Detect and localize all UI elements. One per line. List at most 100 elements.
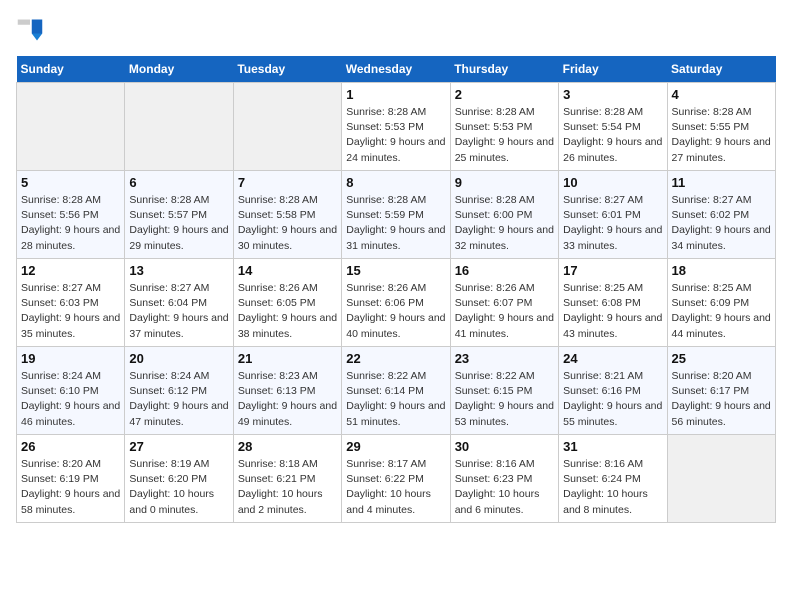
day-number: 3 — [563, 87, 662, 102]
day-detail: Sunrise: 8:21 AM Sunset: 6:16 PM Dayligh… — [563, 369, 662, 430]
calendar-cell: 19 Sunrise: 8:24 AM Sunset: 6:10 PM Dayli… — [17, 347, 125, 435]
calendar-cell — [17, 83, 125, 171]
page-header — [16, 16, 776, 44]
day-number: 6 — [129, 175, 228, 190]
calendar-cell: 2Sunrise: 8:28 AM Sunset: 5:53 PM Daylig… — [450, 83, 558, 171]
day-number: 17 — [563, 263, 662, 278]
calendar-cell: 3 Sunrise: 8:28 AM Sunset: 5:54 PM Daylig… — [559, 83, 667, 171]
calendar-cell: 13 Sunrise: 8:27 AM Sunset: 6:04 PM Dayli… — [125, 259, 233, 347]
day-number: 5 — [21, 175, 120, 190]
day-number: 25 — [672, 351, 771, 366]
day-detail: Sunrise: 8:28 AM Sunset: 5:53 PM Dayligh… — [455, 105, 554, 166]
weekday-header-thursday: Thursday — [450, 56, 558, 83]
calendar-cell: 10Sunrise: 8:27 AM Sunset: 6:01 PM Dayli… — [559, 171, 667, 259]
day-number: 15 — [346, 263, 445, 278]
calendar-cell: 18 Sunrise: 8:25 AM Sunset: 6:09 PM Dayli… — [667, 259, 775, 347]
weekday-header-saturday: Saturday — [667, 56, 775, 83]
calendar-body: 1 Sunrise: 8:28 AM Sunset: 5:53 PM Daylig… — [17, 83, 776, 523]
calendar-cell: 7 Sunrise: 8:28 AM Sunset: 5:58 PM Daylig… — [233, 171, 341, 259]
day-detail: Sunrise: 8:24 AM Sunset: 6:12 PM Dayligh… — [129, 369, 228, 430]
calendar-cell: 17 Sunrise: 8:25 AM Sunset: 6:08 PM Dayli… — [559, 259, 667, 347]
calendar-week-1: 1 Sunrise: 8:28 AM Sunset: 5:53 PM Daylig… — [17, 83, 776, 171]
day-number: 21 — [238, 351, 337, 366]
day-detail: Sunrise: 8:16 AM Sunset: 6:23 PM Dayligh… — [455, 457, 554, 518]
day-number: 23 — [455, 351, 554, 366]
day-number: 12 — [21, 263, 120, 278]
calendar-week-5: 26 Sunrise: 8:20 AM Sunset: 6:19 PM Dayli… — [17, 435, 776, 523]
weekday-header-monday: Monday — [125, 56, 233, 83]
day-detail: Sunrise: 8:28 AM Sunset: 5:56 PM Dayligh… — [21, 193, 120, 254]
day-number: 8 — [346, 175, 445, 190]
day-number: 29 — [346, 439, 445, 454]
weekday-header-friday: Friday — [559, 56, 667, 83]
day-number: 24 — [563, 351, 662, 366]
day-number: 28 — [238, 439, 337, 454]
day-detail: Sunrise: 8:24 AM Sunset: 6:10 PM Dayligh… — [21, 369, 120, 430]
day-detail: Sunrise: 8:18 AM Sunset: 6:21 PM Dayligh… — [238, 457, 337, 518]
weekday-header-row: SundayMondayTuesdayWednesdayThursdayFrid… — [17, 56, 776, 83]
day-number: 7 — [238, 175, 337, 190]
day-detail: Sunrise: 8:25 AM Sunset: 6:08 PM Dayligh… — [563, 281, 662, 342]
day-number: 27 — [129, 439, 228, 454]
calendar-cell: 16Sunrise: 8:26 AM Sunset: 6:07 PM Dayli… — [450, 259, 558, 347]
calendar-cell — [233, 83, 341, 171]
day-detail: Sunrise: 8:20 AM Sunset: 6:19 PM Dayligh… — [21, 457, 120, 518]
calendar-cell: 26 Sunrise: 8:20 AM Sunset: 6:19 PM Dayli… — [17, 435, 125, 523]
calendar-cell: 1 Sunrise: 8:28 AM Sunset: 5:53 PM Daylig… — [342, 83, 450, 171]
day-detail: Sunrise: 8:22 AM Sunset: 6:15 PM Dayligh… — [455, 369, 554, 430]
logo — [16, 16, 48, 44]
day-number: 30 — [455, 439, 554, 454]
day-number: 1 — [346, 87, 445, 102]
day-detail: Sunrise: 8:28 AM Sunset: 5:58 PM Dayligh… — [238, 193, 337, 254]
day-detail: Sunrise: 8:28 AM Sunset: 5:53 PM Dayligh… — [346, 105, 445, 166]
calendar-cell: 5 Sunrise: 8:28 AM Sunset: 5:56 PM Daylig… — [17, 171, 125, 259]
day-number: 18 — [672, 263, 771, 278]
calendar-cell: 20 Sunrise: 8:24 AM Sunset: 6:12 PM Dayli… — [125, 347, 233, 435]
day-detail: Sunrise: 8:26 AM Sunset: 6:07 PM Dayligh… — [455, 281, 554, 342]
day-number: 22 — [346, 351, 445, 366]
day-number: 26 — [21, 439, 120, 454]
calendar-cell: 4 Sunrise: 8:28 AM Sunset: 5:55 PM Daylig… — [667, 83, 775, 171]
logo-icon — [16, 16, 44, 44]
weekday-header-tuesday: Tuesday — [233, 56, 341, 83]
day-detail: Sunrise: 8:28 AM Sunset: 5:55 PM Dayligh… — [672, 105, 771, 166]
day-detail: Sunrise: 8:19 AM Sunset: 6:20 PM Dayligh… — [129, 457, 228, 518]
calendar-header: SundayMondayTuesdayWednesdayThursdayFrid… — [17, 56, 776, 83]
calendar-cell: 9Sunrise: 8:28 AM Sunset: 6:00 PM Daylig… — [450, 171, 558, 259]
day-number: 4 — [672, 87, 771, 102]
calendar-week-4: 19 Sunrise: 8:24 AM Sunset: 6:10 PM Dayli… — [17, 347, 776, 435]
calendar-cell: 12Sunrise: 8:27 AM Sunset: 6:03 PM Dayli… — [17, 259, 125, 347]
calendar-cell: 30 Sunrise: 8:16 AM Sunset: 6:23 PM Dayli… — [450, 435, 558, 523]
day-detail: Sunrise: 8:27 AM Sunset: 6:04 PM Dayligh… — [129, 281, 228, 342]
day-detail: Sunrise: 8:26 AM Sunset: 6:05 PM Dayligh… — [238, 281, 337, 342]
calendar-cell: 22Sunrise: 8:22 AM Sunset: 6:14 PM Dayli… — [342, 347, 450, 435]
calendar-cell: 24 Sunrise: 8:21 AM Sunset: 6:16 PM Dayli… — [559, 347, 667, 435]
calendar-cell — [125, 83, 233, 171]
calendar-cell: 15 Sunrise: 8:26 AM Sunset: 6:06 PM Dayli… — [342, 259, 450, 347]
calendar-week-2: 5 Sunrise: 8:28 AM Sunset: 5:56 PM Daylig… — [17, 171, 776, 259]
calendar-week-3: 12Sunrise: 8:27 AM Sunset: 6:03 PM Dayli… — [17, 259, 776, 347]
day-detail: Sunrise: 8:28 AM Sunset: 5:57 PM Dayligh… — [129, 193, 228, 254]
day-detail: Sunrise: 8:28 AM Sunset: 6:00 PM Dayligh… — [455, 193, 554, 254]
calendar-cell: 31Sunrise: 8:16 AM Sunset: 6:24 PM Dayli… — [559, 435, 667, 523]
calendar-cell: 29 Sunrise: 8:17 AM Sunset: 6:22 PM Dayli… — [342, 435, 450, 523]
day-detail: Sunrise: 8:27 AM Sunset: 6:02 PM Dayligh… — [672, 193, 771, 254]
day-number: 20 — [129, 351, 228, 366]
day-number: 11 — [672, 175, 771, 190]
calendar-cell: 6 Sunrise: 8:28 AM Sunset: 5:57 PM Daylig… — [125, 171, 233, 259]
day-number: 10 — [563, 175, 662, 190]
calendar-cell: 21Sunrise: 8:23 AM Sunset: 6:13 PM Dayli… — [233, 347, 341, 435]
calendar-cell: 8 Sunrise: 8:28 AM Sunset: 5:59 PM Daylig… — [342, 171, 450, 259]
day-number: 19 — [21, 351, 120, 366]
calendar-cell: 27 Sunrise: 8:19 AM Sunset: 6:20 PM Dayli… — [125, 435, 233, 523]
day-detail: Sunrise: 8:17 AM Sunset: 6:22 PM Dayligh… — [346, 457, 445, 518]
day-detail: Sunrise: 8:26 AM Sunset: 6:06 PM Dayligh… — [346, 281, 445, 342]
day-number: 14 — [238, 263, 337, 278]
weekday-header-wednesday: Wednesday — [342, 56, 450, 83]
day-detail: Sunrise: 8:28 AM Sunset: 5:54 PM Dayligh… — [563, 105, 662, 166]
day-number: 13 — [129, 263, 228, 278]
calendar-cell: 14 Sunrise: 8:26 AM Sunset: 6:05 PM Dayli… — [233, 259, 341, 347]
day-detail: Sunrise: 8:28 AM Sunset: 5:59 PM Dayligh… — [346, 193, 445, 254]
day-detail: Sunrise: 8:25 AM Sunset: 6:09 PM Dayligh… — [672, 281, 771, 342]
day-detail: Sunrise: 8:16 AM Sunset: 6:24 PM Dayligh… — [563, 457, 662, 518]
